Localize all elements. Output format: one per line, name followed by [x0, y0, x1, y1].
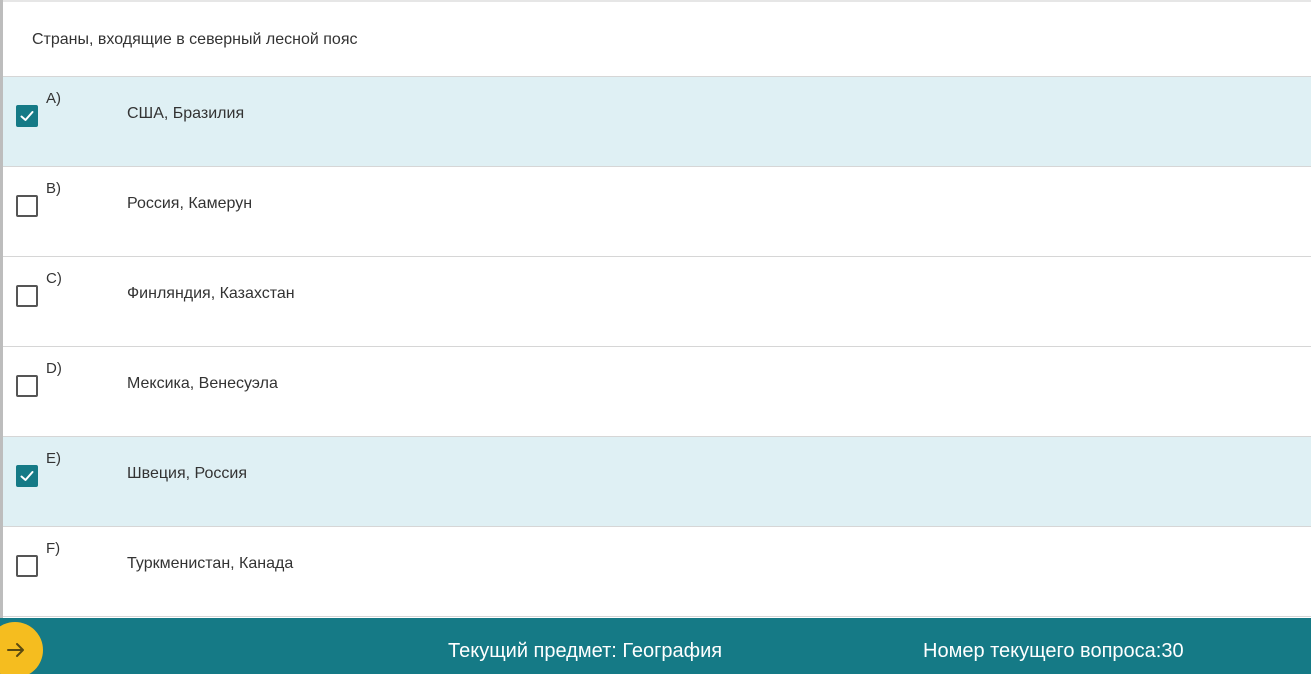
answer-text: Финляндия, Казахстан — [127, 285, 295, 302]
answer-option-c[interactable]: C) Финляндия, Казахстан — [3, 256, 1311, 346]
current-question-number: Номер текущего вопроса:30 — [923, 640, 1184, 662]
answer-list: A) США, Бразилия B) Россия, Камерун C) Ф… — [3, 76, 1311, 617]
checkbox[interactable] — [16, 555, 38, 577]
check-icon — [20, 471, 34, 481]
answer-letter: B) — [46, 180, 61, 197]
checkbox[interactable] — [16, 105, 38, 127]
answer-letter: C) — [46, 270, 62, 287]
test-page: Страны, входящие в северный лесной пояс … — [0, 0, 1311, 674]
current-subject: Текущий предмет: География — [448, 640, 723, 662]
answer-letter: E) — [46, 450, 61, 467]
checkbox[interactable] — [16, 375, 38, 397]
answer-text: Туркменистан, Канада — [127, 555, 294, 572]
status-bar: Текущий предмет: География Номер текущег… — [0, 618, 1311, 674]
question-text: Страны, входящие в северный лесной пояс — [32, 31, 358, 48]
divider — [3, 0, 1311, 2]
answer-letter: F) — [46, 540, 61, 557]
checkbox[interactable] — [16, 465, 38, 487]
check-icon — [20, 111, 34, 121]
arrow-right-icon — [7, 643, 24, 657]
answer-text: Россия, Камерун — [127, 195, 253, 212]
answer-text: Мексика, Венесуэла — [127, 375, 278, 392]
question-panel: Страны, входящие в северный лесной пояс … — [0, 0, 1311, 618]
checkbox[interactable] — [16, 285, 38, 307]
next-button[interactable] — [0, 622, 43, 674]
answer-option-d[interactable]: D) Мексика, Венесуэла — [3, 346, 1311, 436]
answer-option-f[interactable]: F) Туркменистан, Канада — [3, 526, 1311, 617]
answer-letter: A) — [46, 90, 61, 107]
checkbox[interactable] — [16, 195, 38, 217]
answer-option-e[interactable]: E) Швеция, Россия — [3, 436, 1311, 526]
answer-text: Швеция, Россия — [127, 465, 248, 482]
answer-text: США, Бразилия — [127, 105, 245, 122]
answer-option-b[interactable]: B) Россия, Камерун — [3, 166, 1311, 256]
answer-letter: D) — [46, 360, 62, 377]
answer-option-a[interactable]: A) США, Бразилия — [3, 76, 1311, 166]
